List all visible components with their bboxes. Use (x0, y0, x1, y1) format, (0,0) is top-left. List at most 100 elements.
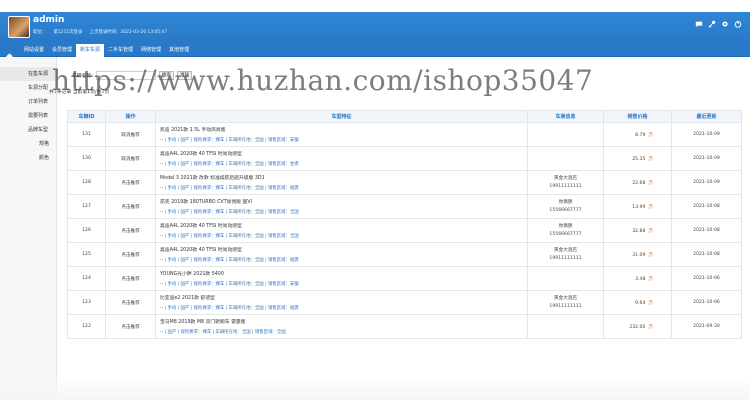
cell-recommend-toggle[interactable]: 取消推荐 (105, 146, 156, 171)
cell-price: 22.68 万 (603, 170, 672, 195)
cell-recommend-toggle[interactable]: 取消推荐 (105, 122, 156, 147)
cell-price: 232.00 万 (603, 314, 672, 339)
col-header-feature: 车型特征 (155, 110, 528, 123)
col-header-updated[interactable]: 最近更新 (671, 110, 742, 123)
gear-icon[interactable] (721, 20, 729, 28)
cell-recommend-toggle[interactable]: 点击推荐 (105, 218, 156, 243)
sidebar-item-requests[interactable]: 需要列表 (0, 109, 56, 123)
cell-recommend-toggle[interactable]: 点击推荐 (105, 170, 156, 195)
cell-id: 125 (67, 242, 106, 267)
dealer-name: 黄金大酒店 (554, 295, 577, 301)
cell-recommend-toggle[interactable]: 点击推荐 (105, 242, 156, 267)
car-title[interactable]: 宝马M8 2019款 M8 双门轿跑车 雷霆版 (160, 318, 527, 325)
car-title[interactable]: 奥迪A4L 2020款 40 TFSI 时尚动感型 (160, 222, 527, 229)
price-unit: 万 (648, 276, 653, 282)
clear-button[interactable]: 清除 (177, 70, 193, 80)
car-tags: -- | 手动 | 国产 | 保险要求：裸车 | 车辆所在地：全国 | 销售区域… (160, 162, 299, 167)
cell-price: 8.79 万 (603, 122, 672, 147)
table-row: 130 取消推荐 奥迪A4L 2020款 40 TFSI 时尚动感型 -- | 手动 … (67, 146, 742, 171)
key-icon[interactable] (708, 20, 716, 28)
cell-recommend-toggle[interactable]: 点击推荐 (105, 194, 156, 219)
sidebar-item-color[interactable]: 颜色 (0, 151, 56, 165)
cell-feature: YOUNG光小胖 2021款 5400 -- | 手动 | 国产 | 保险要求：裸… (155, 266, 528, 291)
car-title[interactable]: 凯迪 2021款 1.5L 手动风尚版 (160, 126, 527, 133)
power-icon[interactable] (734, 20, 742, 28)
cell-price: 3.48 万 (603, 266, 672, 291)
cell-feature: Model 3 2021款 改款 标准续航后驱升级版 3D1 -- | 手动 | … (155, 170, 528, 195)
car-tags: -- | 手动 | 国产 | 保险要求：裸车 | 车辆所在地：全国 | 销售区域… (160, 234, 299, 239)
cell-dealer: 你猜猜 15566667777 (527, 218, 604, 243)
col-header-price[interactable]: 销售价格 (603, 110, 672, 123)
cell-updated: 2021-10-08 (671, 194, 742, 219)
cell-price: 9.64 万 (603, 290, 672, 315)
nav-tab-other[interactable]: 其他管理 (165, 44, 193, 57)
nav-tab-new-cars[interactable]: 新车车源 (76, 44, 105, 57)
car-title[interactable]: YOUNG光小胖 2021款 5400 (160, 270, 527, 277)
price-value: 31.09 (632, 252, 646, 258)
user-info-last-login: 上次登录时间：2022-03-26 13:05:47 (89, 30, 168, 35)
cell-id: 123 (67, 290, 106, 315)
table-row: 125 点击推荐 奥迪A4L 2020款 40 TFSI 时尚动感型 -- | 手动 … (67, 242, 742, 267)
sidebar-item-on-sale[interactable]: 在售车源 (0, 67, 56, 81)
car-title[interactable]: Model 3 2021款 改款 标准续航后驱升级版 3D1 (160, 174, 527, 181)
car-title[interactable]: 奥迪A4L 2020款 40 TFSI 时尚动感型 (160, 246, 527, 253)
cell-dealer: 黄金大酒店 19911111111 (527, 170, 604, 195)
sidebar-item-brand-model[interactable]: 品牌车型 (0, 123, 56, 137)
cell-recommend-toggle[interactable]: 点击推荐 (105, 266, 156, 291)
cell-id: 131 (67, 122, 106, 147)
username: admin (33, 15, 65, 25)
car-tags: -- | 手动 | 国产 | 保险要求：裸车 | 车辆所在地：全国 | 销售区域… (160, 282, 299, 287)
cell-id: 124 (67, 266, 106, 291)
nav-tab-network[interactable]: 网络管理 (137, 44, 165, 57)
nav-tab-used-cars[interactable]: 二手车管理 (104, 44, 137, 57)
user-info: 职位： 第1211次登录 上次登录时间：2022-03-26 13:05:47 (33, 29, 173, 35)
search-input[interactable] (95, 70, 156, 80)
price-value: 9.64 (635, 300, 646, 306)
dealer-name: 你猜猜 (558, 223, 573, 229)
price-unit: 万 (648, 300, 653, 306)
record-count: 共1条记录 当前第1页/共1页 (49, 88, 109, 95)
price-unit: 万 (648, 228, 653, 234)
price-unit: 万 (648, 324, 653, 330)
nav-tab-members[interactable]: 会员管理 (48, 44, 76, 57)
header-icons (695, 20, 742, 28)
dealer-phone: 19911111111 (549, 255, 582, 261)
price-value: 232.00 (629, 324, 646, 330)
cell-dealer (527, 314, 604, 339)
top-header: admin 职位： 第1211次登录 上次登录时间：2022-03-26 13:… (0, 12, 750, 44)
car-tags: -- | 手动 | 国产 | 保险要求：裸车 | 车辆所在地：全国 | 销售区域… (160, 258, 299, 263)
car-title[interactable]: 昂克 2019款 180TURBO CVT尚悦版 国VI (160, 198, 527, 205)
col-header-op: 操作 (105, 110, 156, 123)
col-header-dealer: 车商信息 (527, 110, 604, 123)
cell-price: 31.09 万 (603, 242, 672, 267)
price-value: 22.68 (632, 180, 646, 186)
car-title[interactable]: 奥迪A4L 2020款 40 TFSI 时尚动感型 (160, 150, 527, 157)
sidebar-item-orders[interactable]: 订单列表 (0, 95, 56, 109)
cell-updated: 2021-10-09 (671, 170, 742, 195)
message-icon[interactable] (695, 20, 703, 28)
cell-updated: 2021-10-09 (671, 122, 742, 147)
sidebar-item-spec[interactable]: 规格 (0, 137, 56, 151)
table-row: 122 点击推荐 宝马M8 2019款 M8 双门轿跑车 雷霆版 -- | 国产 | … (67, 314, 742, 339)
cell-updated: 2021-10-08 (671, 242, 742, 267)
table-row: 128 点击推荐 Model 3 2021款 改款 标准续航后驱升级版 3D1 -- … (67, 170, 742, 195)
car-title[interactable]: 比亚迪e2 2021款 舒适型 (160, 294, 527, 301)
cell-recommend-toggle[interactable]: 点击推荐 (105, 290, 156, 315)
avatar[interactable] (8, 16, 30, 38)
sidebar-item-allocation[interactable]: 车源分配 (0, 81, 56, 95)
col-header-id[interactable]: 车辆ID (67, 110, 106, 123)
price-unit: 万 (648, 132, 653, 138)
cell-feature: 昂克 2019款 180TURBO CVT尚悦版 国VI -- | 手动 | 国产… (155, 194, 528, 219)
cell-recommend-toggle[interactable]: 点击推荐 (105, 314, 156, 339)
search-button[interactable]: 搜索 (158, 70, 175, 80)
nav-tab-site-settings[interactable]: 网站设置 (20, 44, 48, 57)
cell-dealer (527, 266, 604, 291)
table-header-row: 车辆ID 操作 车型特征 车商信息 销售价格 最近更新 (67, 110, 742, 123)
table-row: 127 点击推荐 昂克 2019款 180TURBO CVT尚悦版 国VI -- | … (67, 194, 742, 219)
table-row: 124 点击推荐 YOUNG光小胖 2021款 5400 -- | 手动 | 国产 |… (67, 266, 742, 291)
user-info-role: 职位： (33, 30, 47, 35)
home-icon[interactable] (5, 46, 14, 61)
price-value: 25.35 (632, 156, 646, 162)
table-row: 126 点击推荐 奥迪A4L 2020款 40 TFSI 时尚动感型 -- | 手动 … (67, 218, 742, 243)
cell-updated: 2021-10-08 (671, 218, 742, 243)
